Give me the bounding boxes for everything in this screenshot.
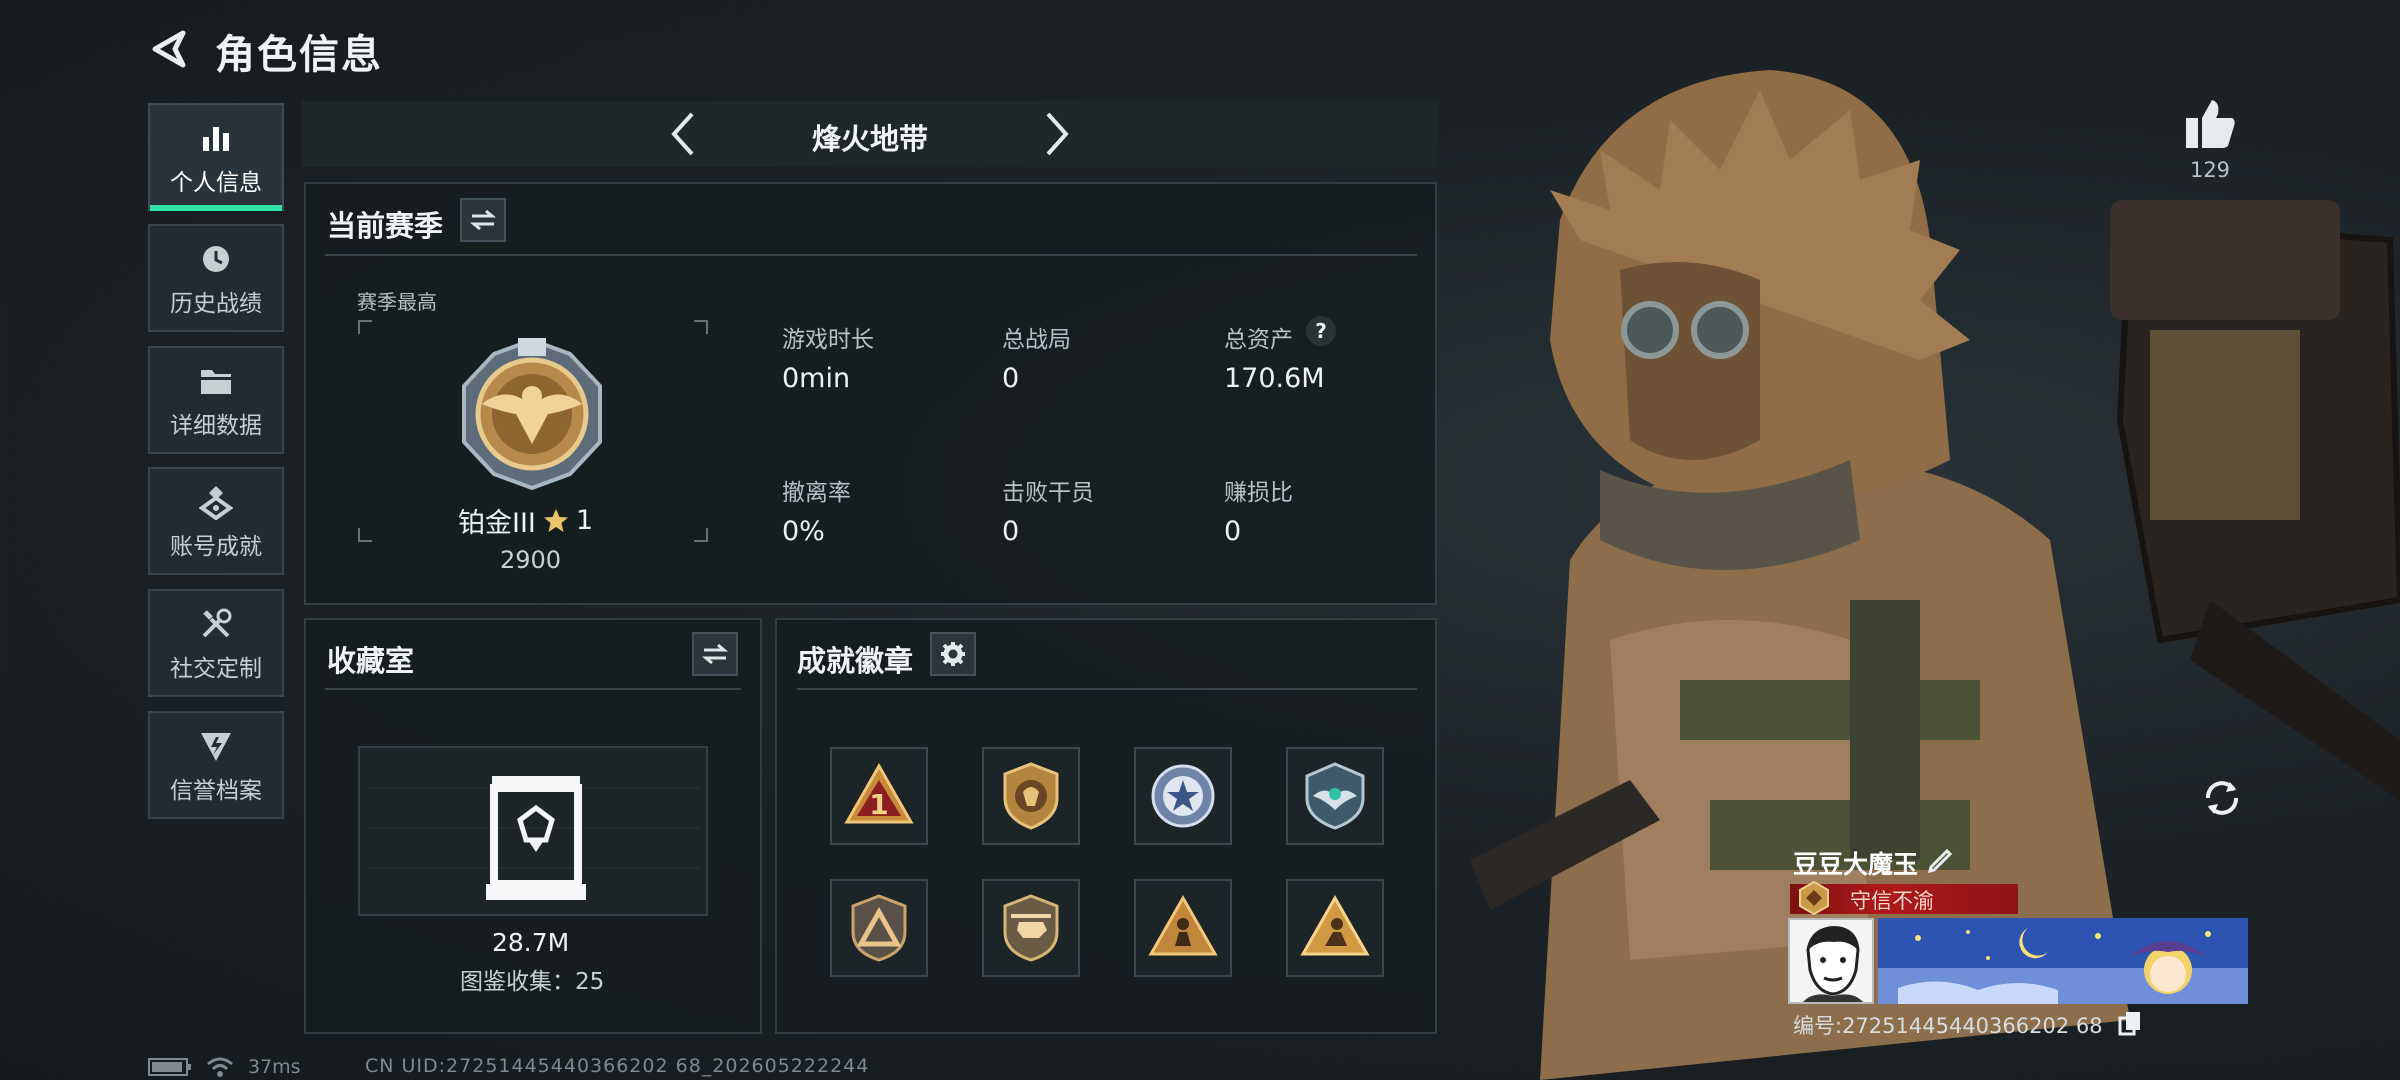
soldier-triangle-gold-badge-icon[interactable] <box>1286 879 1384 977</box>
ping-value: 37ms <box>248 1056 301 1078</box>
thumbs-up-icon <box>2186 100 2235 148</box>
mode-prev-button[interactable] <box>660 106 706 162</box>
help-icon[interactable]: ? <box>1306 316 1336 346</box>
platinum-rank-emblem-icon <box>452 334 612 494</box>
like-count: 129 <box>2189 158 2231 182</box>
battery-icon <box>148 1058 191 1076</box>
stat-label-extraction-rate: 撤离率 <box>782 480 851 506</box>
nav-item-history[interactable]: 历史战绩 <box>148 224 284 332</box>
stat-value-profit-loss-ratio: 0 <box>1224 516 1242 547</box>
collection-showcase[interactable] <box>358 746 708 916</box>
edit-name-button[interactable] <box>1925 843 1957 875</box>
back-arrow-icon <box>152 30 186 68</box>
nav-label: 社交定制 <box>170 656 262 682</box>
mode-label: 烽火地带 <box>811 122 928 156</box>
star-emblem-badge-icon[interactable] <box>1134 747 1232 845</box>
page-title: 角色信息 <box>215 32 383 78</box>
nav-item-personal-info[interactable]: 个人信息 <box>148 103 284 211</box>
display-case-icon <box>370 776 700 900</box>
stat-label-total-matches: 总战局 <box>1002 327 1071 353</box>
stat-value-total-assets: 170.6M <box>1224 363 1325 394</box>
pencil-icon <box>1927 848 1953 874</box>
avatar[interactable] <box>1788 918 1874 1004</box>
stat-label-total-assets: 总资产 <box>1224 327 1293 353</box>
chevron-left-icon <box>671 112 694 156</box>
player-name: 豆豆大魔玉 <box>1793 850 1919 879</box>
nav-label: 历史战绩 <box>170 291 262 317</box>
stat-value-play-time: 0min <box>782 363 851 394</box>
helicopter-badge-icon[interactable] <box>982 879 1080 977</box>
honor-label: 守信不渝 <box>1850 889 1934 913</box>
season-switch-button[interactable] <box>460 198 506 242</box>
swap-arrows-icon <box>701 643 729 665</box>
nav-label: 个人信息 <box>170 170 262 196</box>
svg-text:1: 1 <box>869 788 888 821</box>
rotate-icon <box>2206 781 2238 815</box>
nav-item-account-achievement[interactable]: 账号成就 <box>148 467 284 575</box>
collection-catalog: 图鉴收集：25 <box>460 969 605 995</box>
stat-label-play-time: 游戏时长 <box>782 327 874 353</box>
rank-stars: 1 <box>575 505 594 536</box>
history-icon <box>199 238 233 280</box>
back-button[interactable] <box>146 26 192 72</box>
rank-name: 铂金III <box>458 508 536 539</box>
nav-item-detail-data[interactable]: 详细数据 <box>148 346 284 454</box>
player-id: 编号:27251445440366202 68 <box>1793 1014 2103 1038</box>
like-button[interactable] <box>2180 96 2240 152</box>
stat-value-kills: 0 <box>1002 516 1020 547</box>
collection-value: 28.7M <box>492 928 570 957</box>
stat-value-extraction-rate: 0% <box>782 516 825 547</box>
mode-next-button[interactable] <box>1034 106 1080 162</box>
star-icon <box>543 508 568 532</box>
wings-emblem-badge-icon[interactable] <box>1286 747 1384 845</box>
status-bar: 37ms <box>148 1054 301 1080</box>
honor-emblem-icon <box>1796 880 1832 916</box>
lion-shield-badge-icon[interactable] <box>982 747 1080 845</box>
season-panel-title: 当前赛季 <box>327 209 444 243</box>
achievement-divider <box>797 688 1417 690</box>
collection-switch-button[interactable] <box>692 632 738 676</box>
frame-corner <box>358 528 372 542</box>
cn-uid: CN UID:27251445440366202 68_202605222244 <box>365 1055 870 1077</box>
nav-label: 详细数据 <box>170 413 262 439</box>
rotate-model-button[interactable] <box>2196 772 2248 824</box>
triangle-shield-badge-icon[interactable] <box>830 879 928 977</box>
stat-value-total-matches: 0 <box>1002 363 1020 394</box>
collection-divider <box>325 688 741 690</box>
wifi-icon <box>207 1057 233 1077</box>
rank-one-badge-icon[interactable]: 1 <box>830 747 928 845</box>
nav-item-reputation[interactable]: 信誉档案 <box>148 711 284 819</box>
achievement-settings-button[interactable] <box>930 632 976 676</box>
stat-label-profit-loss-ratio: 赚损比 <box>1224 480 1293 506</box>
achievement-panel-title: 成就徽章 <box>797 644 914 678</box>
rank-score: 2900 <box>500 546 562 574</box>
season-best-label: 赛季最高 <box>357 290 437 314</box>
nav-item-social-custom[interactable]: 社交定制 <box>148 589 284 697</box>
nav-label: 账号成就 <box>170 534 262 560</box>
season-divider <box>325 254 1417 256</box>
swap-arrows-icon <box>469 209 497 231</box>
copy-icon[interactable] <box>2118 1010 2142 1036</box>
achievement-icon <box>199 481 233 523</box>
gear-icon <box>941 642 965 666</box>
chevron-right-icon <box>1046 112 1069 156</box>
nav-label: 信誉档案 <box>170 778 262 804</box>
stat-label-kills: 击败干员 <box>1002 480 1094 506</box>
frame-corner <box>694 320 708 334</box>
tools-icon <box>199 603 233 645</box>
soldier-triangle-badge-icon[interactable] <box>1134 879 1232 977</box>
rank-display: 铂金III 1 <box>458 501 593 540</box>
bar-chart-icon <box>199 117 233 159</box>
frame-corner <box>694 528 708 542</box>
folder-icon <box>198 360 234 402</box>
frame-corner <box>358 320 372 334</box>
collection-panel-title: 收藏室 <box>327 644 415 678</box>
reputation-icon <box>198 725 234 767</box>
name-card-banner <box>1878 918 2248 1004</box>
